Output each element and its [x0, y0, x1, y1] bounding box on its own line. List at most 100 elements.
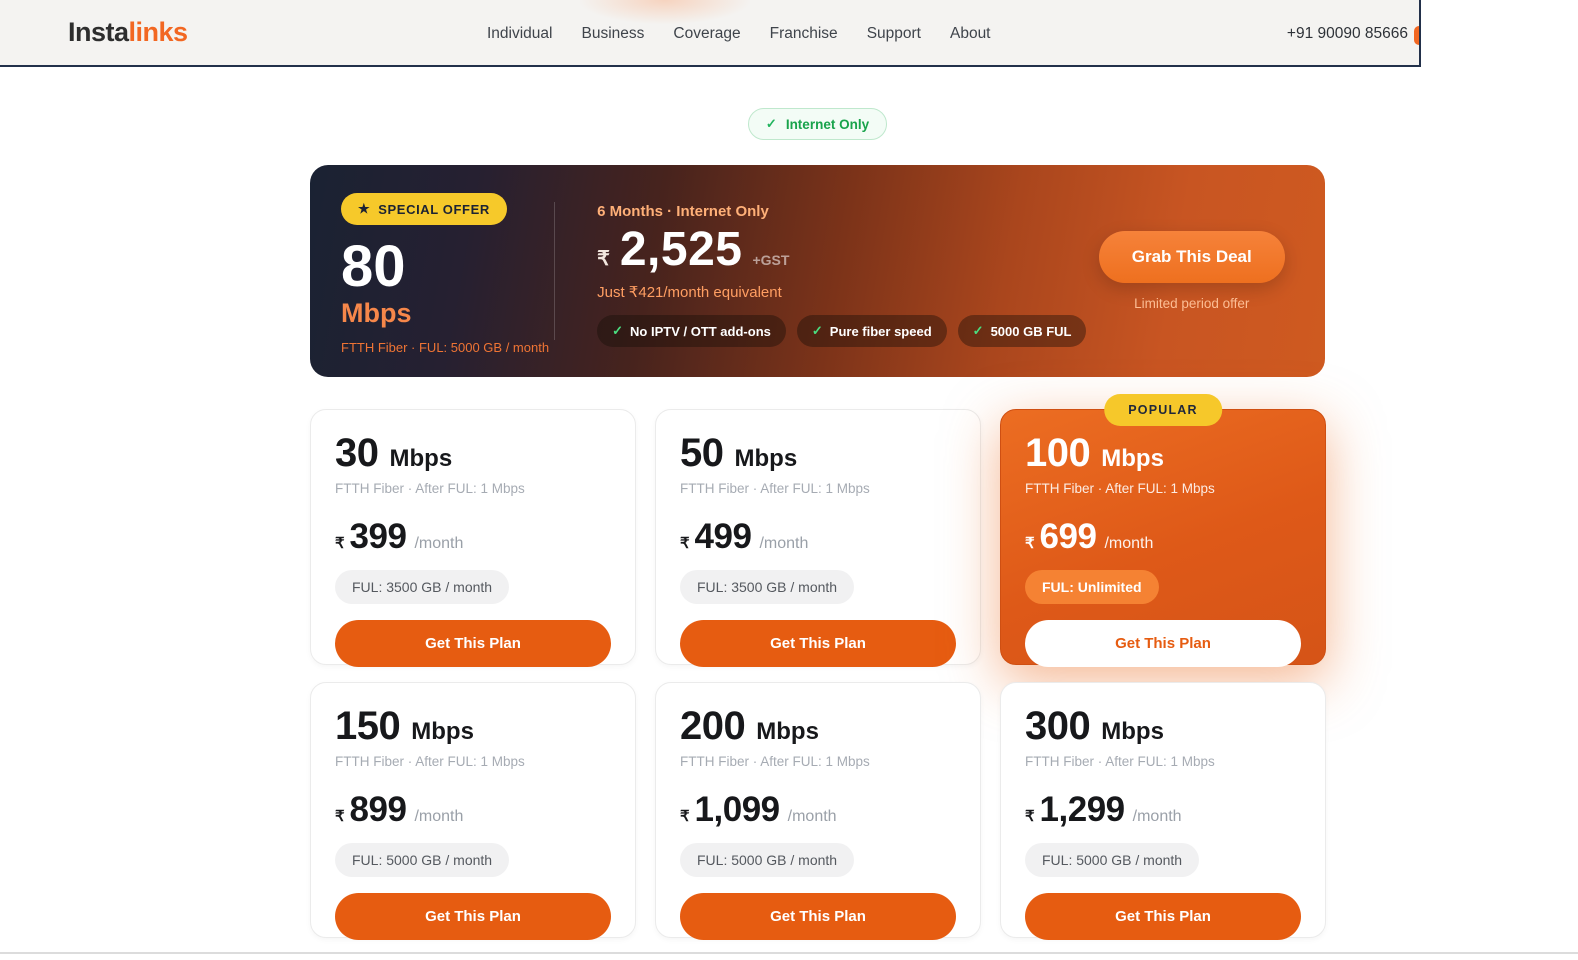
plan-price: 1,099 [694, 790, 781, 829]
nav-support[interactable]: Support [867, 25, 921, 43]
plan-period: /month [414, 535, 464, 552]
offer-price-row: ₹ 2,525 +GST [597, 226, 1086, 274]
plan-period: /month [414, 808, 464, 825]
plan-speed-unit: Mbps [411, 718, 474, 745]
filter-row: ✓ Internet Only [310, 67, 1325, 140]
plan-speed-unit: Mbps [1101, 445, 1164, 472]
rupee-icon: ₹ [335, 535, 345, 552]
nav-franchise[interactable]: Franchise [770, 25, 838, 43]
check-icon: ✓ [612, 323, 624, 338]
offer-gst-note: +GST [752, 252, 790, 268]
plan-card-50mbps: 50 Mbps FTTH Fiber · After FUL: 1 Mbps ₹… [655, 409, 981, 667]
plan-speed-unit: Mbps [734, 445, 798, 472]
offer-right-section: Grab This Deal Limited period offer [1086, 192, 1325, 350]
special-offer-label: SPECIAL OFFER [378, 201, 490, 217]
plan-meta: FTTH Fiber · After FUL: 1 Mbps [680, 754, 870, 769]
offer-left-section: ★ SPECIAL OFFER 80 Mbps FTTH Fiber · FUL… [310, 192, 554, 355]
plan-price: 1,299 [1039, 790, 1126, 829]
check-icon: ✓ [765, 116, 777, 131]
plans-grid: 30 Mbps FTTH Fiber · After FUL: 1 Mbps ₹… [310, 394, 1326, 940]
offer-price: 2,525 [619, 223, 743, 276]
header-cta-partial-button[interactable] [1414, 26, 1419, 45]
main-content: ✓ Internet Only ★ SPECIAL OFFER 80 Mbps … [310, 67, 1326, 940]
plan-speed: 200 [680, 704, 746, 748]
grab-this-deal-button[interactable]: Grab This Deal [1098, 231, 1285, 283]
plan-speed-unit: Mbps [756, 718, 819, 745]
popular-badge: POPULAR [1104, 394, 1222, 426]
internet-only-toggle[interactable]: ✓ Internet Only [747, 108, 888, 140]
feature-pill: ✓ No IPTV / OTT add-ons [597, 315, 786, 347]
check-icon: ✓ [811, 323, 823, 338]
logo-part2: links [128, 17, 189, 47]
plan-meta: FTTH Fiber · After FUL: 1 Mbps [1025, 754, 1215, 769]
plan-speed-unit: Mbps [389, 445, 453, 472]
logo[interactable]: Instalinks [68, 17, 188, 48]
limited-period-note: Limited period offer [1134, 296, 1250, 311]
plan-meta: FTTH Fiber · After FUL: 1 Mbps [335, 754, 525, 769]
nav-about[interactable]: About [950, 25, 991, 43]
rupee-icon: ₹ [1025, 808, 1035, 825]
filter-label: Internet Only [785, 116, 870, 132]
plan-meta: FTTH Fiber · After FUL: 1 Mbps [335, 481, 525, 496]
plan-card-200mbps: 200 Mbps FTTH Fiber · After FUL: 1 Mbps … [655, 682, 981, 940]
plan-ful-badge: FUL: 5000 GB / month [1025, 843, 1200, 877]
decorative-glow [580, 0, 750, 24]
footer-divider [0, 952, 1578, 954]
offer-speed: 80 [341, 234, 406, 299]
offer-middle-section: 6 Months · Internet Only ₹ 2,525 +GST Ju… [555, 192, 1087, 350]
plan-speed-unit: Mbps [1101, 718, 1164, 745]
rupee-icon: ₹ [1025, 535, 1035, 552]
phone-number[interactable]: +91 90090 85666 [1287, 25, 1408, 43]
plan-speed: 300 [1025, 704, 1091, 748]
plan-ful-badge: FUL: Unlimited [1025, 570, 1159, 604]
plan-price: 899 [349, 790, 407, 829]
nav-business[interactable]: Business [582, 25, 645, 43]
get-this-plan-button[interactable]: Get This Plan [1025, 893, 1301, 940]
plan-period: /month [1132, 808, 1182, 825]
offer-features: ✓ No IPTV / OTT add-ons ✓ Pure fiber spe… [597, 315, 1087, 347]
nav-coverage[interactable]: Coverage [673, 25, 740, 43]
logo-part1: Insta [68, 17, 129, 47]
offer-speed-unit: Mbps [341, 298, 412, 328]
special-offer-badge: ★ SPECIAL OFFER [341, 193, 507, 225]
plan-price: 499 [694, 517, 752, 556]
plan-meta: FTTH Fiber · After FUL: 1 Mbps [1025, 481, 1215, 496]
plan-meta: FTTH Fiber · After FUL: 1 Mbps [680, 481, 870, 496]
plan-speed: 50 [680, 431, 724, 475]
offer-duration: 6 Months · Internet Only [597, 203, 769, 220]
get-this-plan-button[interactable]: Get This Plan [680, 620, 956, 667]
rupee-icon: ₹ [680, 535, 690, 552]
get-this-plan-button[interactable]: Get This Plan [335, 893, 611, 940]
plan-speed: 100 [1025, 431, 1091, 475]
feature-label: No IPTV / OTT add-ons [630, 323, 771, 339]
rupee-icon: ₹ [335, 808, 345, 825]
check-icon: ✓ [972, 323, 984, 338]
get-this-plan-button[interactable]: Get This Plan [1025, 620, 1301, 667]
nav-individual[interactable]: Individual [487, 25, 553, 43]
plan-period: /month [787, 808, 837, 825]
header: Instalinks Individual Business Coverage … [0, 0, 1421, 67]
plan-card-30mbps: 30 Mbps FTTH Fiber · After FUL: 1 Mbps ₹… [310, 409, 636, 667]
plan-speed: 30 [335, 431, 379, 475]
plan-ful-badge: FUL: 5000 GB / month [680, 843, 855, 877]
plan-ful-badge: FUL: 3500 GB / month [335, 570, 510, 604]
feature-label: 5000 GB FUL [990, 323, 1072, 339]
get-this-plan-button[interactable]: Get This Plan [335, 620, 611, 667]
plan-ful-badge: FUL: 5000 GB / month [335, 843, 510, 877]
plan-price: 699 [1039, 517, 1097, 556]
get-this-plan-button[interactable]: Get This Plan [680, 893, 956, 940]
rupee-icon: ₹ [680, 808, 690, 825]
plan-card-150mbps: 150 Mbps FTTH Fiber · After FUL: 1 Mbps … [310, 682, 636, 940]
rupee-icon: ₹ [597, 248, 610, 270]
feature-label: Pure fiber speed [829, 323, 932, 339]
plan-speed: 150 [335, 704, 401, 748]
plan-price: 399 [349, 517, 407, 556]
offer-equivalent: Just ₹421/month equivalent [597, 284, 782, 301]
plan-period: /month [1104, 535, 1154, 552]
plan-card-300mbps: 300 Mbps FTTH Fiber · After FUL: 1 Mbps … [1000, 682, 1326, 940]
plan-ful-badge: FUL: 3500 GB / month [680, 570, 855, 604]
star-icon: ★ [358, 201, 371, 216]
special-offer-banner: ★ SPECIAL OFFER 80 Mbps FTTH Fiber · FUL… [310, 165, 1325, 377]
plan-period: /month [759, 535, 809, 552]
feature-pill: ✓ 5000 GB FUL [957, 315, 1087, 347]
